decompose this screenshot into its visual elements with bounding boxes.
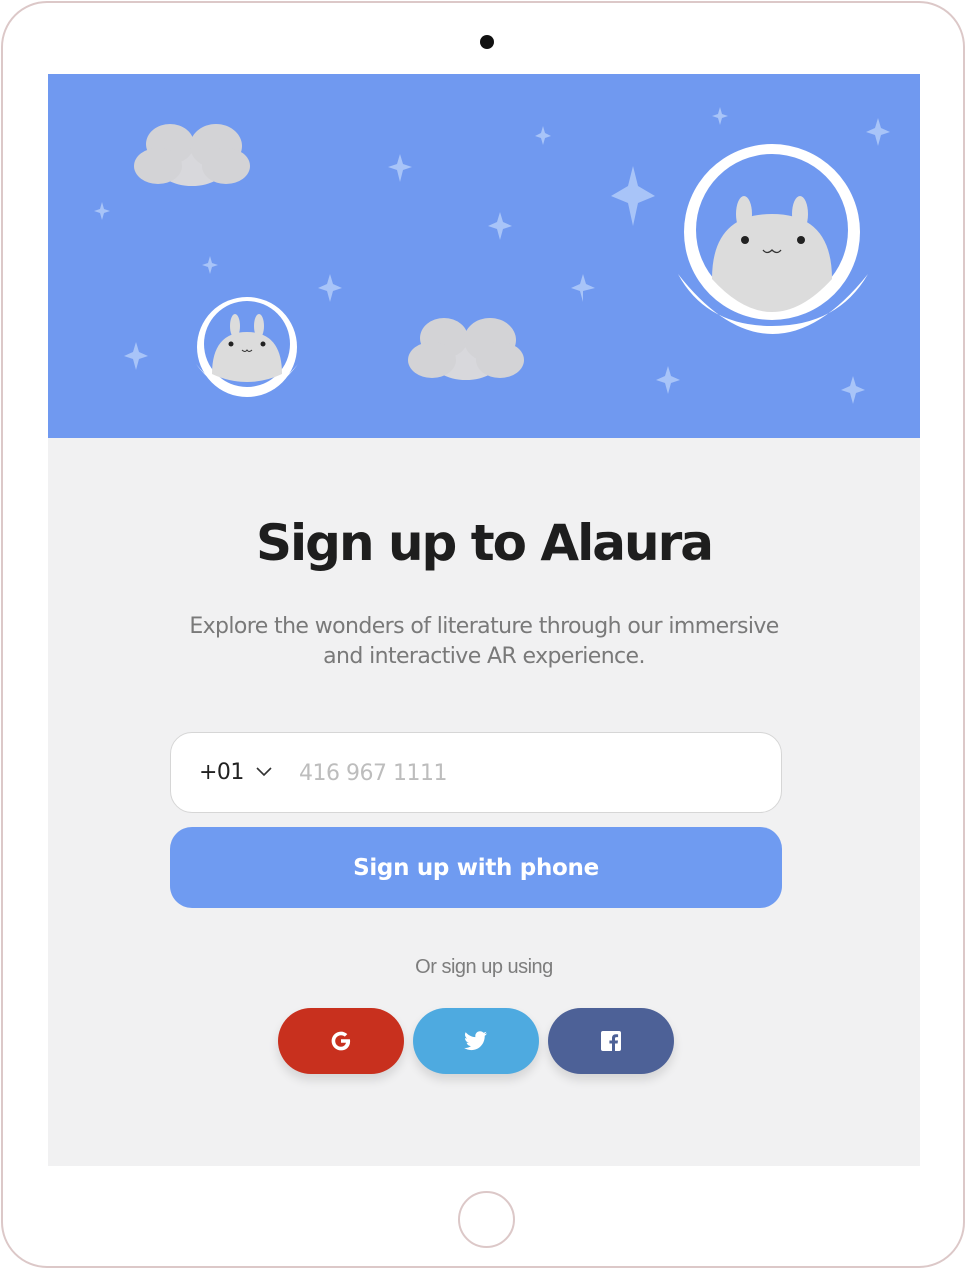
bunny-astronaut-small xyxy=(196,297,298,397)
google-signup-button[interactable] xyxy=(278,1008,404,1074)
signup-with-phone-button[interactable]: Sign up with phone xyxy=(170,827,782,908)
country-code-select[interactable]: +01 xyxy=(199,755,272,789)
page-subtitle: Explore the wonders of literature throug… xyxy=(189,614,779,669)
facebook-signup-button[interactable] xyxy=(548,1008,674,1074)
page-title: Sign up to Alaura xyxy=(256,514,714,572)
phone-field: +01 xyxy=(170,732,782,813)
camera-icon xyxy=(480,35,494,49)
alternative-signup-label: Or sign up using xyxy=(415,956,553,978)
country-code-value: +01 xyxy=(199,759,244,785)
signup-screen: Sign up to Alaura Explore the wonders of… xyxy=(48,74,920,1166)
chevron-down-icon xyxy=(256,767,272,777)
google-icon xyxy=(331,1031,351,1051)
twitter-icon xyxy=(464,1031,487,1051)
home-button[interactable] xyxy=(458,1191,515,1248)
hero-illustration xyxy=(48,74,920,438)
phone-number-input[interactable] xyxy=(297,751,761,795)
twitter-signup-button[interactable] xyxy=(413,1008,539,1074)
facebook-icon xyxy=(601,1031,621,1051)
